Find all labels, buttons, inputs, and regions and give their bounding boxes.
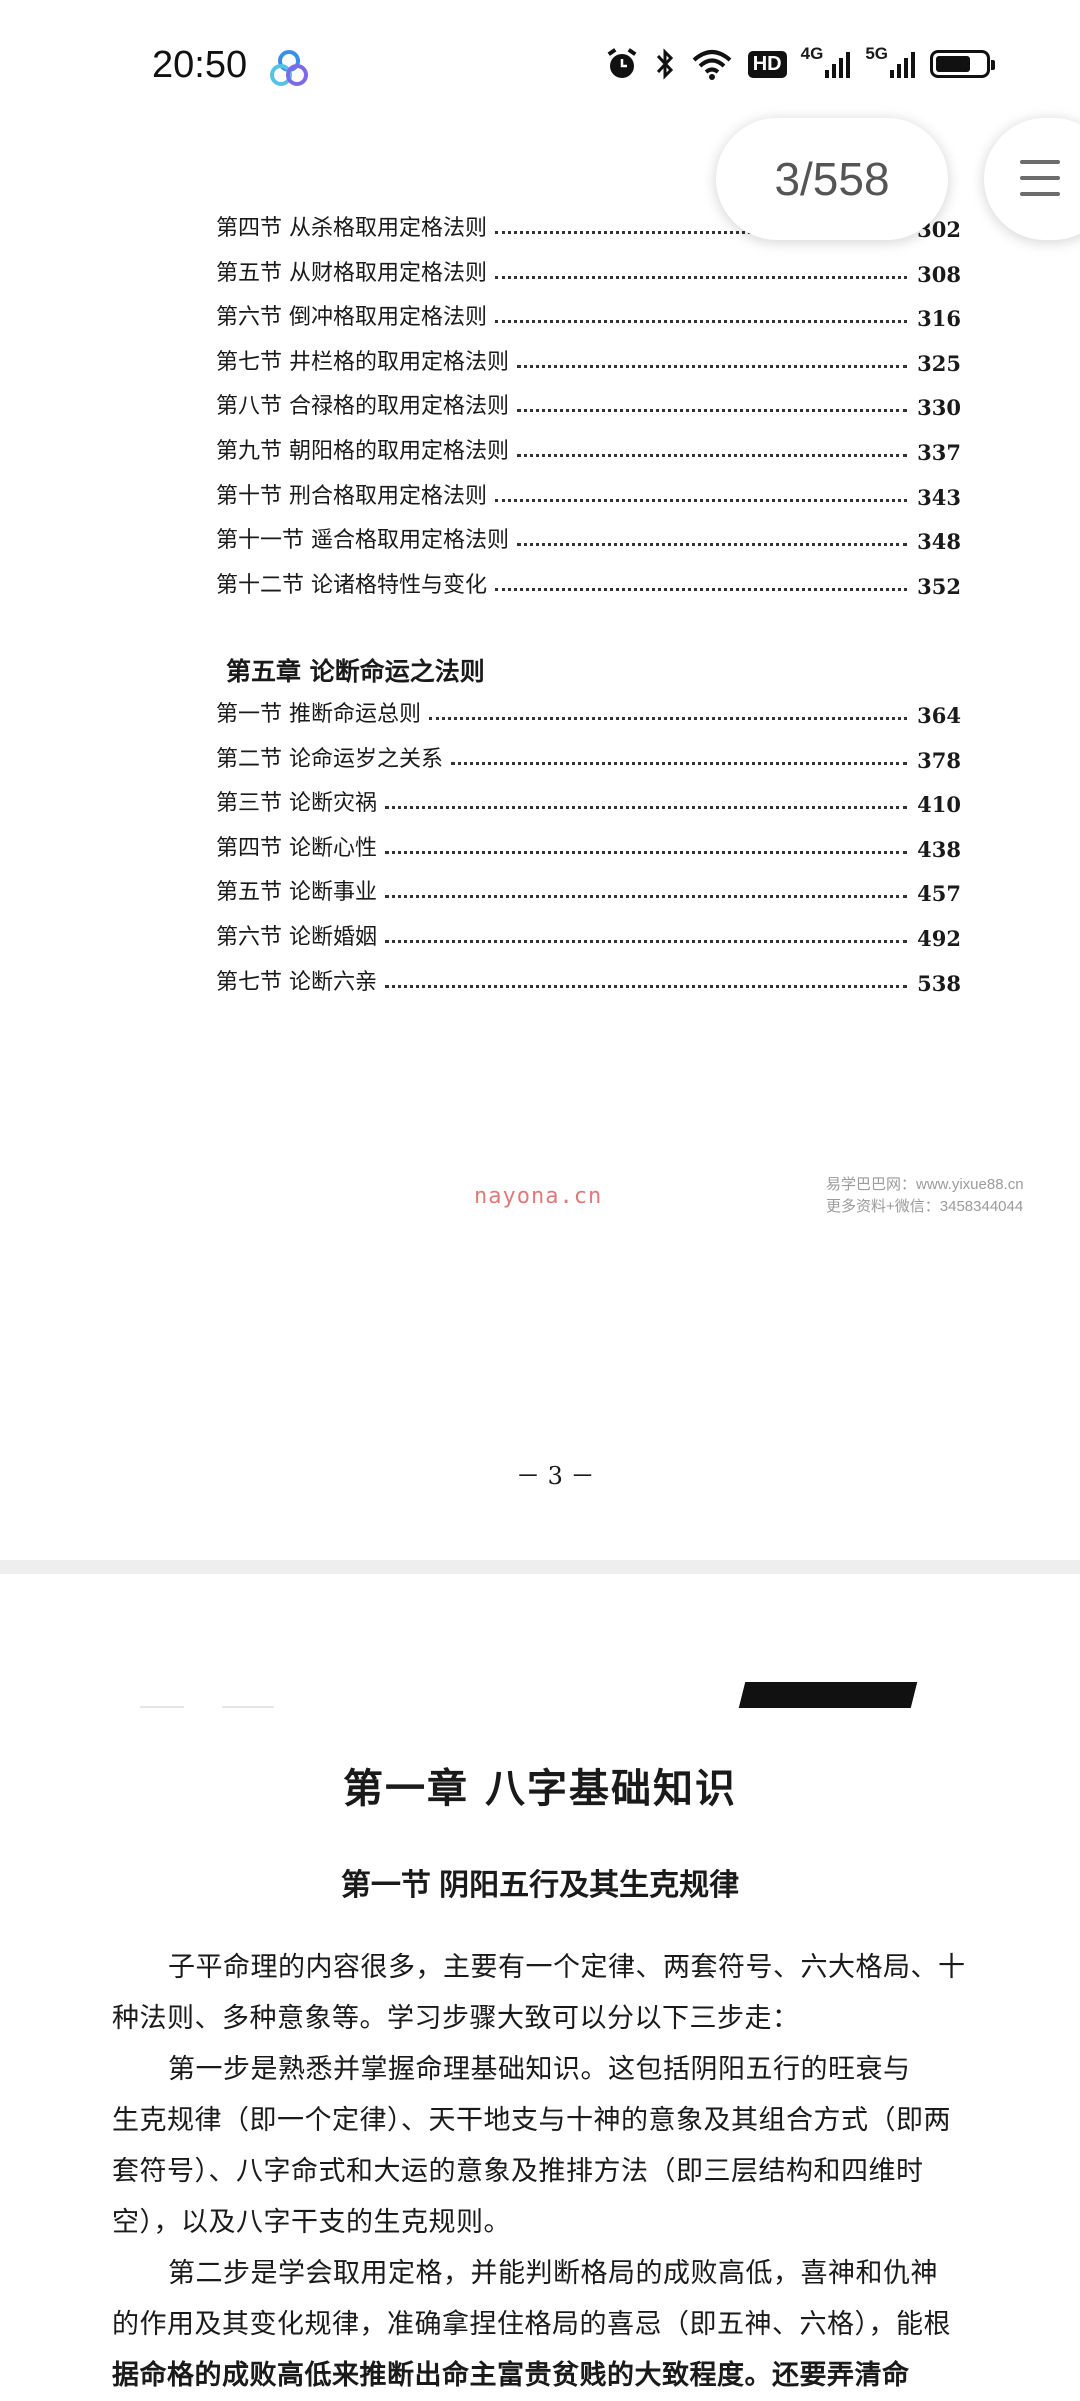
toc-entry[interactable]: 第二节 论命运岁之关系 378	[216, 729, 961, 773]
hamburger-icon	[1020, 160, 1060, 208]
toc-entry-page: 316	[917, 306, 961, 332]
toc-entry-label: 第五节 论断事业	[216, 880, 377, 906]
toc-entry-label: 第十节 刑合格取用定格法则	[216, 483, 487, 509]
toc-entry[interactable]: 第十节 刑合格取用定格法则 343	[216, 466, 961, 510]
toc-entry-label: 第九节 朝阳格的取用定格法则	[216, 439, 509, 464]
toc-chapter-heading: 第五章 论断命运之法则	[226, 657, 485, 686]
toc-entry-page: 348	[917, 529, 961, 555]
toc-leader-dots	[495, 498, 908, 502]
toc-entry[interactable]: 第四节 论断心性 438	[216, 818, 961, 862]
toc-entry-label: 第十一节 遥合格取用定格法则	[216, 528, 509, 554]
status-time: 20:50	[152, 44, 248, 86]
page-indicator[interactable]: 3/558	[716, 118, 948, 240]
bluetooth-icon	[654, 46, 676, 82]
page-number: － 3 －	[516, 1462, 595, 1490]
toc-leader-dots	[429, 717, 908, 720]
status-bar: 20:50 HD 4G 5G	[0, 0, 1080, 140]
toc-entry-label: 第八节 合禄格的取用定格法则	[216, 394, 509, 420]
toc-entry-page: 378	[917, 747, 961, 773]
toc-entry-page: 352	[917, 573, 961, 599]
toc-entry-page: 308	[917, 261, 961, 287]
toc-entry-page: 492	[917, 926, 961, 951]
toc-leader-dots	[451, 761, 908, 765]
toc-leader-dots	[517, 454, 908, 457]
toc-leader-dots	[385, 984, 908, 988]
alarm-icon	[604, 46, 640, 82]
toc-leader-dots	[385, 895, 908, 899]
text-line: 的作用及其变化规律，准确拿捏住格局的喜忌（即五神、六格），能根	[112, 2309, 951, 2340]
app-notification-icon	[268, 48, 310, 94]
watermark-line: 易学巴巴网：www.yixue88.cn	[826, 1176, 1024, 1193]
toc-entry-page: 410	[917, 792, 961, 818]
signal-5g-icon: 5G	[865, 44, 916, 80]
toc-entry[interactable]: 第十一节 遥合格取用定格法则 348	[216, 510, 961, 554]
header-rule	[222, 1706, 274, 1708]
toc-entry-label: 第七节 论断六亲	[216, 969, 377, 995]
toc-entry-label: 第六节 倒冲格取用定格法则	[216, 305, 487, 331]
toc-entry-page: 343	[917, 484, 961, 510]
text-line: 子平命理的内容很多，主要有一个定律、两套符号、六大格局、十	[168, 1952, 966, 1983]
wifi-icon	[690, 46, 734, 82]
toc-entry[interactable]: 第十二节 论诸格特性与变化 352	[216, 555, 961, 599]
toc-entry-label: 第七节 井栏格的取用定格法则	[216, 349, 509, 375]
chapter-title: 第一章 八字基础知识	[343, 1765, 737, 1812]
watermark-stamp: 易学巴巴网：www.yixue88.cn 更多资料+微信：3458344044	[826, 1174, 1024, 1218]
toc-leader-dots	[385, 850, 908, 854]
text-line: 第一步是熟悉并掌握命理基础知识。这包括阴阳五行的旺衰与	[168, 2054, 911, 2085]
toc-entry[interactable]: 第八节 合禄格的取用定格法则 330	[216, 376, 961, 420]
toc-entry[interactable]: 第七节 论断六亲 538	[216, 952, 961, 996]
toc-entry-page: 538	[917, 970, 961, 996]
toc-leader-dots	[517, 543, 908, 547]
body-paragraph: 第二步是学会取用定格，并能判断格局的成败高低，喜神和仇神 的作用及其变化规律，准…	[112, 2248, 951, 2401]
toc-entry[interactable]: 第三节 论断灾祸 410	[216, 773, 961, 817]
toc-entry[interactable]: 第九节 朝阳格的取用定格法则 337	[216, 421, 961, 465]
section-title: 第一节 阴阳五行及其生克规律	[340, 1869, 740, 1902]
toc-entry-page: 330	[917, 395, 961, 421]
toc-entry[interactable]: 第五节 论断事业 457	[216, 862, 961, 906]
header-rule	[140, 1706, 184, 1708]
watermark-text: nayona.cn	[474, 1184, 603, 1209]
toc-entry-page: 438	[917, 836, 961, 862]
toc-leader-dots	[517, 364, 908, 368]
text-line: 套符号）、八字命式和大运的意象及推排方法（即三层结构和四维时	[112, 2156, 924, 2187]
toc-entry-label: 第五节 从财格取用定格法则	[216, 260, 487, 286]
toc-leader-dots	[495, 587, 908, 591]
text-line: 种法则、多种意象等。学习步骤大致可以分以下三步走：	[112, 2003, 800, 2034]
toc-leader-dots	[385, 940, 908, 943]
toc-entry-label: 第二节 论命运岁之关系	[216, 746, 443, 772]
body-paragraph: 子平命理的内容很多，主要有一个定律、两套符号、六大格局、十 种法则、多种意象等。…	[112, 1942, 966, 2044]
page-divider	[0, 1560, 1080, 1574]
text-line: 生克规律（即一个定律）、天干地支与十神的意象及其组合方式（即两	[112, 2105, 951, 2136]
toc-leader-dots	[517, 409, 908, 413]
toc-leader-dots	[385, 806, 908, 810]
toc-entry[interactable]: 第六节 倒冲格取用定格法则 316	[216, 287, 961, 331]
toc-entry[interactable]: 第一节 推断命运总则 364	[216, 684, 961, 728]
battery-icon	[930, 50, 995, 78]
toc-entry[interactable]: 第六节 论断婚姻 492	[216, 907, 961, 951]
toc-entry-label: 第四节 论断心性	[216, 835, 377, 861]
text-line: 空），以及八字干支的生克规则。	[112, 2207, 511, 2238]
toc-entry-label: 第四节 从杀格取用定格法则	[216, 216, 487, 241]
body-paragraph: 第一步是熟悉并掌握命理基础知识。这包括阴阳五行的旺衰与 生克规律（即一个定律）、…	[112, 2044, 951, 2248]
toc-entry-page: 364	[917, 703, 961, 728]
toc-entry-label: 第三节 论断灾祸	[216, 791, 377, 817]
toc-entry-label: 第十二节 论诸格特性与变化	[216, 572, 487, 598]
toc-leader-dots	[495, 275, 908, 279]
toc-leader-dots	[495, 320, 908, 324]
signal-4g-icon: 4G	[801, 44, 852, 80]
toc-entry-page: 457	[917, 881, 961, 907]
toc-entry-label: 第一节 推断命运总则	[216, 702, 421, 727]
running-header-band	[738, 1682, 918, 1708]
toc-entry-label: 第六节 论断婚姻	[216, 925, 377, 950]
pdf-page-3[interactable]: 第四节 从杀格取用定格法则 302 第五节 从财格取用定格法则 308 第六节 倒冲格取…	[0, 140, 1080, 1560]
hd-voice-icon: HD	[747, 50, 787, 78]
toc-entry-page: 325	[917, 350, 961, 376]
text-line: 据命格的成败高低来推断出命主富贵贫贱的大致程度。还要弄清命	[112, 2360, 910, 2391]
toc-entry[interactable]: 第五节 从财格取用定格法则 308	[216, 243, 961, 287]
toc-entry-page: 337	[917, 440, 961, 465]
toc-entry[interactable]: 第七节 井栏格的取用定格法则 325	[216, 332, 961, 376]
text-line: 第二步是学会取用定格，并能判断格局的成败高低，喜神和仇神	[168, 2258, 938, 2289]
pdf-page-4[interactable]: 第一章 八字基础知识 第一节 阴阳五行及其生克规律 子平命理的内容很多，主要有一…	[0, 1574, 1080, 2400]
watermark-line: 更多资料+微信：3458344044	[826, 1198, 1024, 1215]
